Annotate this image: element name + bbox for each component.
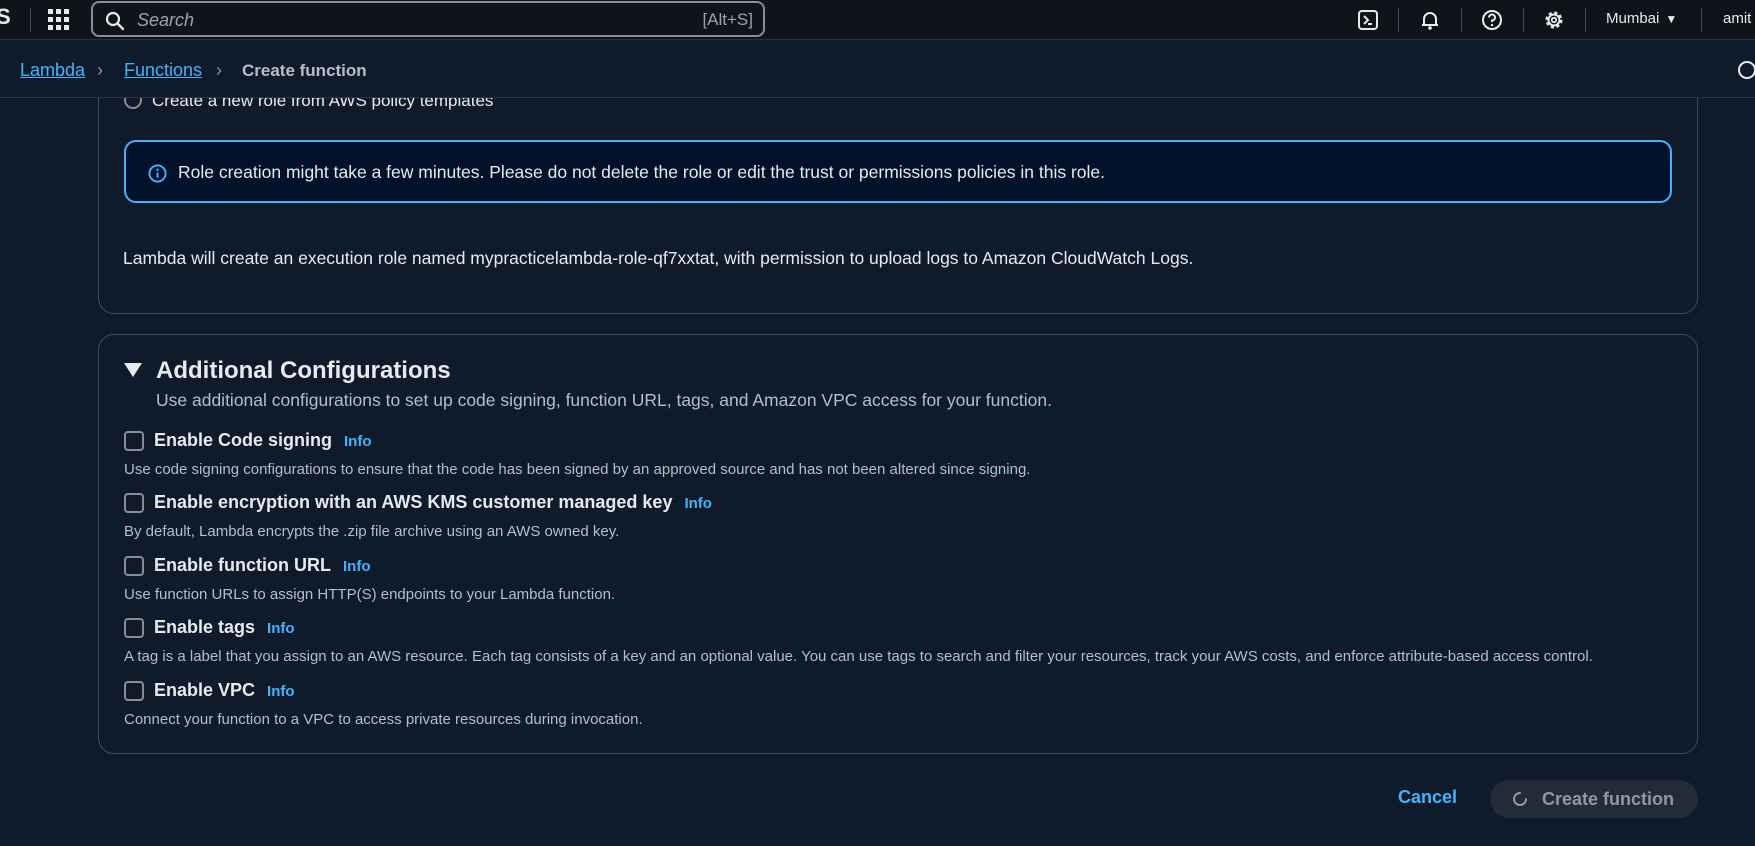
code-signing-checkbox[interactable] xyxy=(124,431,144,451)
region-label: Mumbai xyxy=(1606,10,1660,27)
create-function-label: Create function xyxy=(1542,789,1675,809)
option-label: Enable function URL xyxy=(154,555,331,575)
search-input[interactable] xyxy=(135,7,659,33)
info-link[interactable]: Info xyxy=(267,683,295,700)
option-description: Use code signing configurations to ensur… xyxy=(124,461,1031,478)
divider xyxy=(1523,8,1524,32)
notifications-bell-icon[interactable] xyxy=(1419,9,1441,31)
info-link[interactable]: Info xyxy=(343,558,371,575)
breadcrumb-functions[interactable]: Functions xyxy=(124,60,202,81)
option-description: By default, Lambda encrypts the .zip fil… xyxy=(124,523,620,540)
option-description: A tag is a label that you assign to an A… xyxy=(124,648,1593,665)
divider xyxy=(30,8,31,32)
search-shortcut-hint: [Alt+S] xyxy=(702,10,753,29)
create-function-button[interactable]: Create function xyxy=(1490,780,1698,818)
option-label: Enable encryption with an AWS KMS custom… xyxy=(154,492,673,512)
kms-encryption-checkbox[interactable] xyxy=(124,493,144,513)
divider xyxy=(1398,8,1399,32)
account-menu[interactable]: amit xyxy=(1723,10,1751,27)
section-title[interactable]: Additional Configurations xyxy=(156,357,451,385)
chevron-right-icon: › xyxy=(216,60,222,80)
cloudshell-icon[interactable] xyxy=(1357,9,1379,31)
region-selector[interactable]: Mumbai ▼ xyxy=(1606,10,1677,27)
divider xyxy=(1461,8,1462,32)
option-label: Enable tags xyxy=(154,617,256,637)
top-navigation-bar: S [Alt+S] Mumbai ▼ amit xyxy=(0,0,1755,40)
info-alert: Role creation might take a few minutes. … xyxy=(124,140,1672,203)
services-grid-icon[interactable] xyxy=(48,9,70,31)
option-label: Enable Code signing xyxy=(154,430,333,450)
info-icon xyxy=(148,164,167,183)
option-label: Enable VPC xyxy=(154,680,256,700)
caret-down-icon: ▼ xyxy=(1665,12,1678,26)
settings-gear-icon[interactable] xyxy=(1543,9,1565,31)
breadcrumb-lambda[interactable]: Lambda xyxy=(20,60,85,81)
breadcrumb-current: Create function xyxy=(242,61,367,80)
divider xyxy=(1585,8,1586,32)
info-panel-icon[interactable] xyxy=(1738,61,1755,79)
search-icon xyxy=(105,11,125,31)
option-description: Use function URLs to assign HTTP(S) endp… xyxy=(124,586,616,603)
loading-spinner-icon xyxy=(1513,792,1527,806)
function-url-checkbox[interactable] xyxy=(124,556,144,576)
search-box[interactable]: [Alt+S] xyxy=(91,1,765,37)
section-description: Use additional configurations to set up … xyxy=(156,390,1052,410)
vpc-checkbox[interactable] xyxy=(124,681,144,701)
caret-down-icon[interactable] xyxy=(124,363,142,377)
info-link[interactable]: Info xyxy=(684,495,712,512)
option-description: Connect your function to a VPC to access… xyxy=(124,711,643,728)
tags-checkbox[interactable] xyxy=(124,618,144,638)
aws-logo[interactable]: S xyxy=(0,4,11,30)
execution-role-note: Lambda will create an execution role nam… xyxy=(123,248,1194,268)
divider xyxy=(1701,8,1702,32)
info-link[interactable]: Info xyxy=(344,433,372,450)
alert-text: Role creation might take a few minutes. … xyxy=(178,162,1105,182)
info-link[interactable]: Info xyxy=(267,620,295,637)
breadcrumb: Lambda › Functions › Create function xyxy=(0,40,1755,98)
cancel-button[interactable]: Cancel xyxy=(1398,787,1457,808)
chevron-right-icon: › xyxy=(97,60,103,80)
help-icon[interactable] xyxy=(1481,9,1503,31)
